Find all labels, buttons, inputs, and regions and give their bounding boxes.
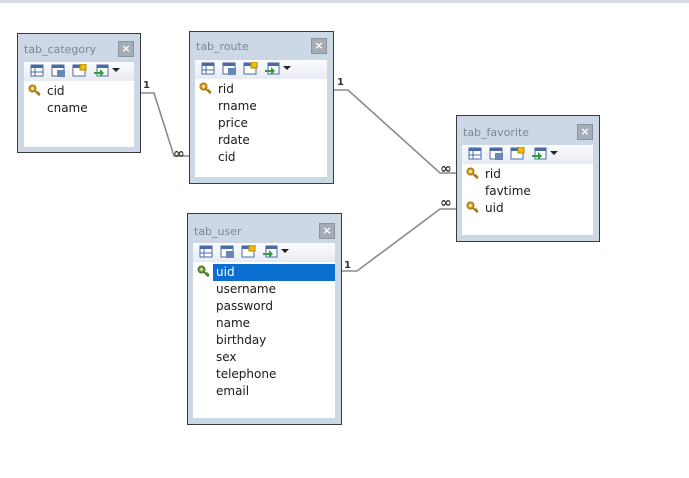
- field-name: sex: [216, 350, 237, 364]
- field-list: rid rname price rdate cid: [195, 79, 327, 177]
- import-icon[interactable]: [265, 62, 280, 76]
- key-icon: [199, 82, 212, 95]
- field-row[interactable]: rid: [195, 81, 327, 98]
- field-row[interactable]: sex: [193, 349, 335, 366]
- table-title: tab_route: [196, 40, 249, 53]
- field-row[interactable]: favtime: [462, 183, 593, 200]
- edit-table-icon[interactable]: [199, 245, 214, 259]
- field-name: password: [216, 299, 273, 313]
- table-title: tab_favorite: [463, 126, 530, 139]
- table-window-tab-user[interactable]: tab_user × uid username password name bi…: [187, 213, 342, 425]
- field-row[interactable]: birthday: [193, 332, 335, 349]
- field-list: uid username password name birthday sex …: [193, 262, 335, 418]
- field-name: username: [216, 282, 276, 296]
- import-icon[interactable]: [94, 64, 109, 78]
- field-row[interactable]: email: [193, 383, 335, 400]
- field-name: email: [216, 384, 250, 398]
- field-row[interactable]: telephone: [193, 366, 335, 383]
- dropdown-arrow-icon[interactable]: [283, 66, 291, 70]
- field-name: name: [216, 316, 251, 330]
- field-name: rname: [218, 99, 257, 113]
- field-row[interactable]: name: [193, 315, 335, 332]
- close-icon[interactable]: ×: [577, 124, 593, 140]
- table-title: tab_user: [194, 225, 242, 238]
- field-row[interactable]: uid: [462, 200, 593, 217]
- table-toolbar: [462, 145, 593, 164]
- table-toolbar: [24, 62, 134, 81]
- field-row[interactable]: rid: [462, 166, 593, 183]
- key-icon: [197, 265, 210, 278]
- field-row[interactable]: cname: [24, 100, 134, 117]
- table-window-tab-route[interactable]: tab_route × rid rname price rdate cid: [189, 31, 334, 184]
- edit-table-icon[interactable]: [30, 64, 45, 78]
- field-name: cid: [47, 84, 65, 98]
- table-window-tab-category[interactable]: tab_category × cid cname: [17, 33, 141, 153]
- lock-table-icon[interactable]: [243, 62, 258, 76]
- relation-line-route-favorite: [334, 89, 456, 174]
- import-icon[interactable]: [532, 147, 547, 161]
- field-name: uid: [485, 201, 504, 215]
- cardinality-one: 1: [344, 260, 351, 271]
- field-name: rid: [218, 82, 234, 96]
- field-name: cid: [218, 150, 236, 164]
- field-name: rid: [485, 167, 501, 181]
- field-name: cname: [47, 101, 88, 115]
- field-name: rdate: [218, 133, 250, 147]
- field-name: uid: [213, 264, 335, 281]
- field-row[interactable]: rname: [195, 98, 327, 115]
- cardinality-many: ∞: [440, 195, 452, 211]
- field-list: rid favtime uid: [462, 164, 593, 235]
- field-name: telephone: [216, 367, 277, 381]
- field-row[interactable]: password: [193, 298, 335, 315]
- view-table-icon[interactable]: [220, 245, 235, 259]
- view-table-icon[interactable]: [489, 147, 504, 161]
- field-row[interactable]: username: [193, 281, 335, 298]
- edit-table-icon[interactable]: [201, 62, 216, 76]
- cardinality-many: ∞: [173, 146, 185, 162]
- close-icon[interactable]: ×: [311, 38, 327, 54]
- key-icon: [466, 167, 479, 180]
- table-toolbar: [195, 60, 327, 79]
- view-table-icon[interactable]: [51, 64, 66, 78]
- cardinality-one: 1: [337, 77, 344, 88]
- close-icon[interactable]: ×: [118, 41, 134, 57]
- relation-line-user-favorite: [342, 208, 456, 272]
- import-icon[interactable]: [263, 245, 278, 259]
- field-row[interactable]: rdate: [195, 132, 327, 149]
- lock-table-icon[interactable]: [510, 147, 525, 161]
- dropdown-arrow-icon[interactable]: [550, 151, 558, 155]
- field-row[interactable]: cid: [24, 83, 134, 100]
- field-row[interactable]: price: [195, 115, 327, 132]
- field-name: price: [218, 116, 248, 130]
- cardinality-one: 1: [143, 80, 150, 91]
- field-list: cid cname: [24, 81, 134, 147]
- key-icon: [28, 84, 41, 97]
- table-title: tab_category: [24, 43, 97, 56]
- field-row-selected[interactable]: uid: [193, 264, 335, 281]
- cardinality-many: ∞: [440, 161, 452, 177]
- field-name: birthday: [216, 333, 267, 347]
- key-icon: [466, 201, 479, 214]
- close-icon[interactable]: ×: [319, 223, 335, 239]
- dropdown-arrow-icon[interactable]: [112, 68, 120, 72]
- lock-table-icon[interactable]: [72, 64, 87, 78]
- field-name: favtime: [485, 184, 531, 198]
- edit-table-icon[interactable]: [468, 147, 483, 161]
- table-toolbar: [193, 243, 335, 262]
- lock-table-icon[interactable]: [241, 245, 256, 259]
- field-row[interactable]: cid: [195, 149, 327, 166]
- table-window-tab-favorite[interactable]: tab_favorite × rid favtime uid: [456, 115, 600, 242]
- dropdown-arrow-icon[interactable]: [281, 249, 289, 253]
- view-table-icon[interactable]: [222, 62, 237, 76]
